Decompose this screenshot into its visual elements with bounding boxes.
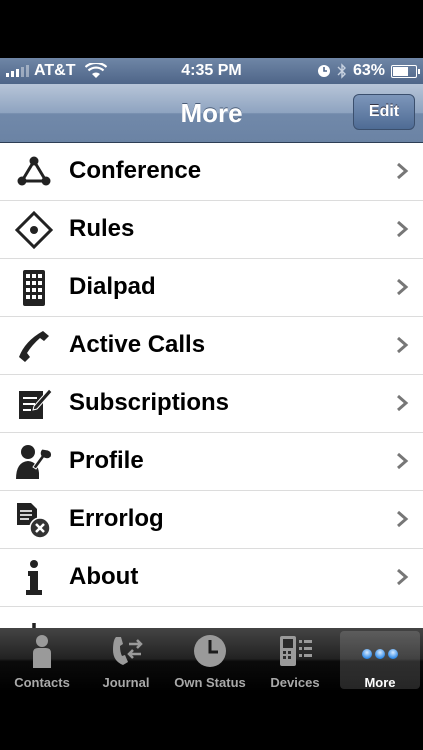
menu-item-profile[interactable]: Profile bbox=[0, 433, 423, 491]
menu-item-label: Conference bbox=[69, 157, 202, 184]
menu-item-dialpad[interactable]: Dialpad bbox=[0, 259, 423, 317]
rules-icon bbox=[15, 211, 53, 249]
devices-icon bbox=[280, 636, 312, 666]
chevron-right-icon bbox=[397, 162, 409, 180]
tab-more[interactable]: More bbox=[340, 631, 420, 690]
phone-screen: AT&T 4:35 PM 63% More Edit Conference Ru… bbox=[0, 0, 423, 750]
profile-icon bbox=[16, 445, 53, 479]
chevron-right-icon bbox=[397, 510, 409, 528]
menu-item-errorlog[interactable]: Errorlog bbox=[0, 491, 423, 549]
status-bar: AT&T 4:35 PM 63% bbox=[0, 58, 423, 84]
menu-item-about[interactable]: About bbox=[0, 549, 423, 607]
tab-journal[interactable]: Journal bbox=[84, 628, 168, 692]
battery-percent: 63% bbox=[352, 62, 385, 79]
info-icon bbox=[26, 560, 42, 595]
person-icon bbox=[33, 635, 51, 668]
chevron-right-icon bbox=[397, 278, 409, 296]
chevron-right-icon bbox=[397, 394, 409, 412]
more-icon bbox=[362, 649, 398, 659]
menu-item-label: Active Calls bbox=[69, 331, 206, 358]
tab-label: Journal bbox=[102, 675, 150, 690]
subscriptions-icon bbox=[19, 388, 53, 419]
journal-icon bbox=[113, 637, 143, 665]
battery-icon bbox=[391, 64, 420, 78]
bluetooth-icon bbox=[337, 63, 346, 79]
phone-icon bbox=[19, 331, 49, 362]
clock-icon bbox=[194, 635, 226, 667]
menu-item-subscriptions[interactable]: Subscriptions bbox=[0, 375, 423, 433]
dialpad-icon bbox=[23, 270, 45, 306]
menu-item-label: Dialpad bbox=[69, 273, 156, 300]
chevron-right-icon bbox=[397, 336, 409, 354]
edit-button[interactable]: Edit bbox=[353, 94, 415, 130]
power-icon bbox=[32, 623, 36, 628]
menu-item-label: Rules bbox=[69, 215, 135, 242]
conference-icon bbox=[17, 156, 51, 186]
menu-item-label: Errorlog bbox=[69, 505, 164, 532]
tab-label: Devices bbox=[270, 675, 320, 690]
tab-own-status[interactable]: Own Status bbox=[168, 628, 252, 692]
tab-devices[interactable]: Devices bbox=[253, 628, 337, 692]
chevron-right-icon bbox=[397, 568, 409, 586]
alarm-clock-icon bbox=[317, 65, 330, 77]
errorlog-icon bbox=[17, 503, 51, 539]
tab-label: More bbox=[364, 675, 396, 690]
navigation-bar: More Edit bbox=[0, 84, 423, 143]
menu-item-conference[interactable]: Conference bbox=[0, 143, 423, 201]
menu-item-label: Subscriptions bbox=[69, 389, 230, 416]
menu-item-label: Profile bbox=[69, 447, 144, 474]
menu-item-partial[interactable] bbox=[0, 607, 423, 628]
menu-item-active-calls[interactable]: Active Calls bbox=[0, 317, 423, 375]
chevron-right-icon bbox=[397, 220, 409, 238]
menu-item-label: About bbox=[69, 563, 139, 590]
tab-label: Contacts bbox=[14, 675, 70, 690]
more-menu-list: Conference Rules Dialpad Active Calls Su… bbox=[0, 143, 423, 628]
tab-label: Own Status bbox=[174, 675, 246, 690]
tab-contacts[interactable]: Contacts bbox=[0, 628, 84, 692]
chevron-right-icon bbox=[397, 452, 409, 470]
menu-item-rules[interactable]: Rules bbox=[0, 201, 423, 259]
tab-bar: Contacts Journal Own Status Devices More bbox=[0, 628, 423, 692]
